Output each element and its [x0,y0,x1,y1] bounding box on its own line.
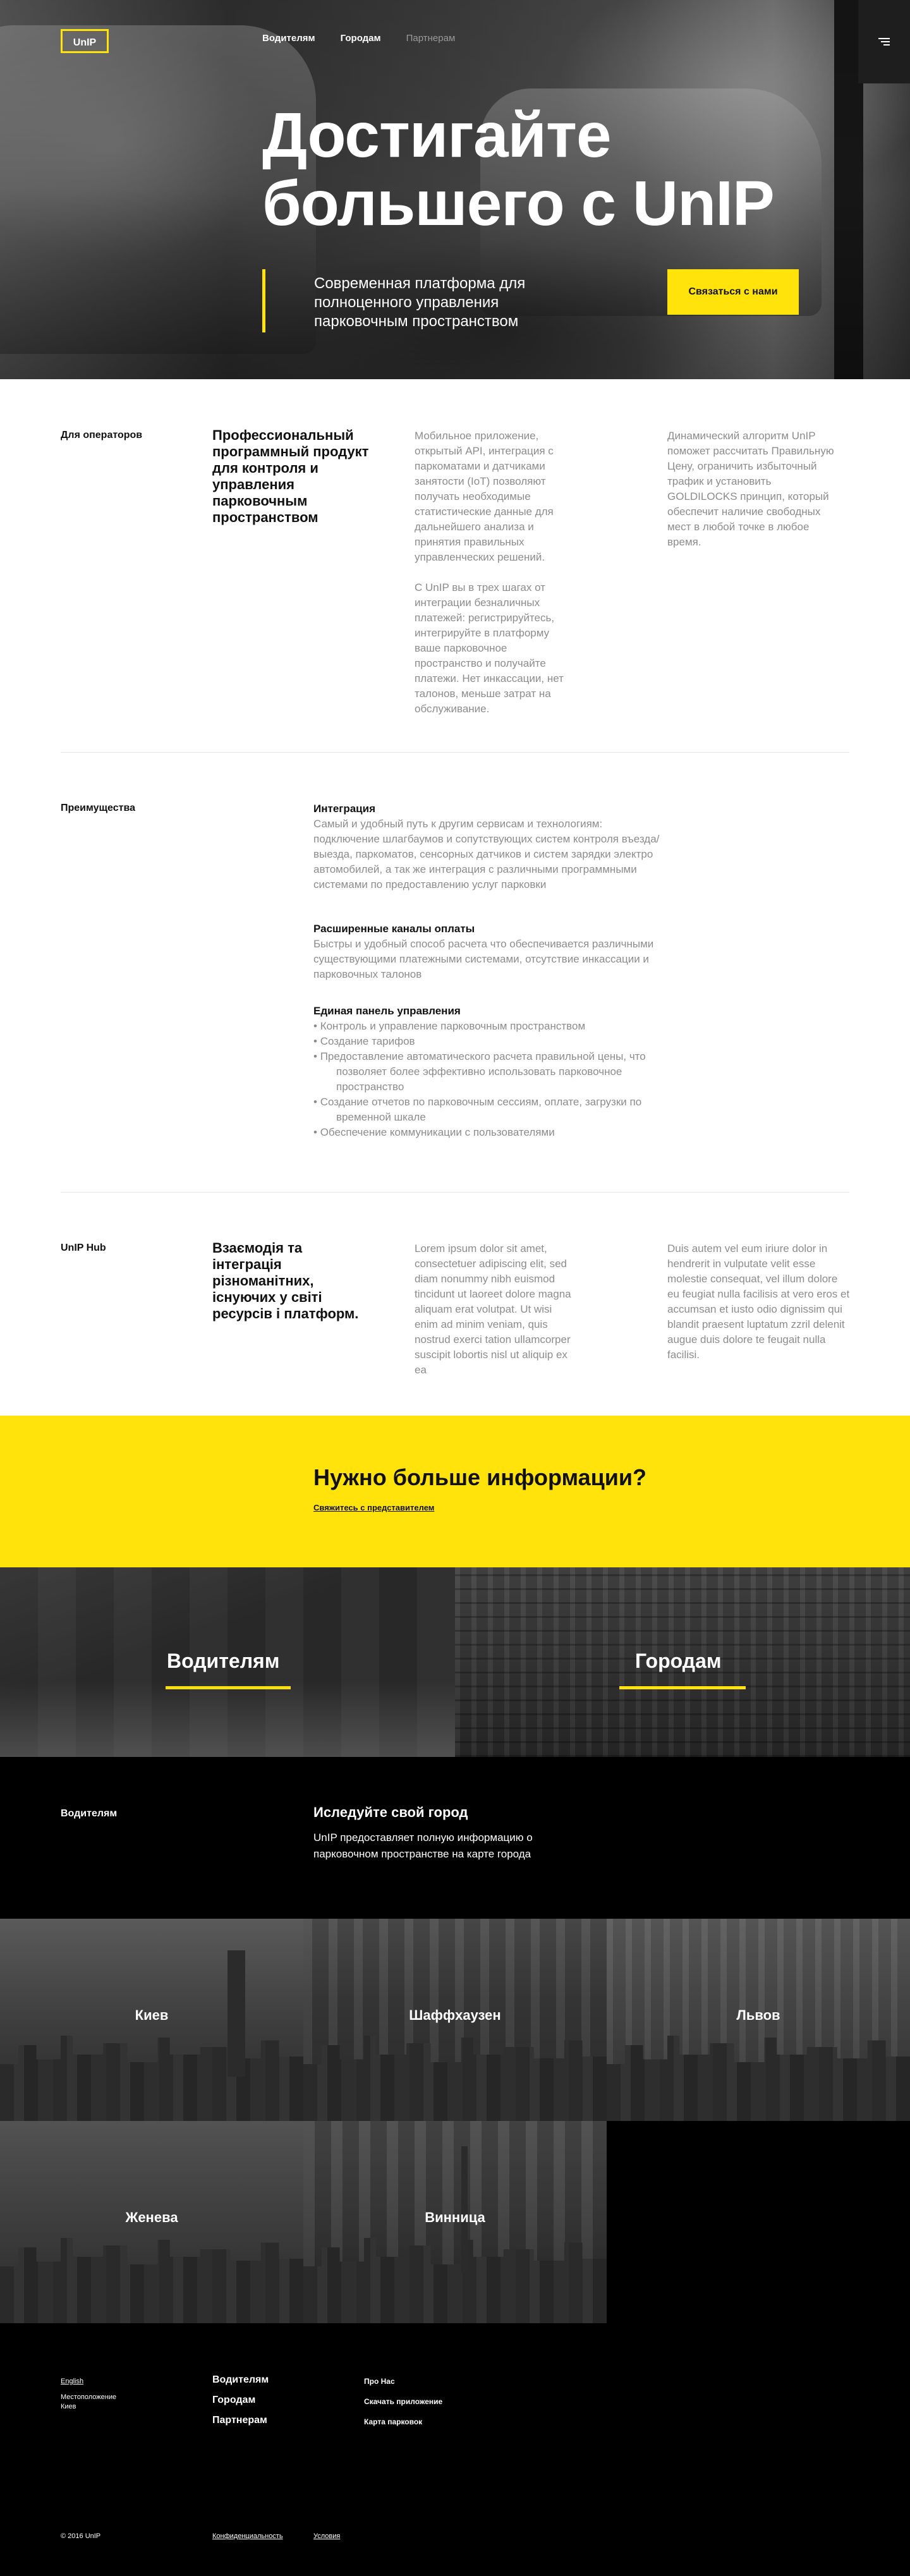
drivers-underline [166,1686,291,1689]
city-name: Киев [135,2007,169,2023]
hamburger-icon [878,36,890,47]
contact-us-button[interactable]: Связаться с нами [667,269,799,315]
section-label: Для операторов [61,430,143,440]
cities-tile-title: Городам [635,1649,722,1672]
nav-partners[interactable]: Партнерам [406,33,456,44]
list-item: Предоставление автоматического расчета п… [313,1049,667,1095]
hero-section: UnIP Водителям Городам Партнерам Достига… [0,0,910,379]
cities-tile[interactable]: Городам [455,1567,910,1757]
hub-text-2: Duis autem vel eum iriure dolor in hendr… [667,1242,850,1361]
city-tile-geneva[interactable]: Женева [0,2121,303,2323]
language-switch[interactable]: English [61,2377,83,2386]
control-panel-list: Контроль и управление парковочным простр… [313,1019,667,1140]
payments-text: Быстры и удобный способ расчета что обес… [313,938,654,980]
city-name: Женева [125,2209,178,2225]
explore-section: Водителям Иследуйте свой город UnIP пред… [0,1757,910,1919]
city-grid: Киев Шаффхаузен Львов Женева Винница [0,1919,910,2323]
section-heading: Профессиональный программный продукт для… [212,427,369,525]
hero-subtitle: Современная платформа для полноценного у… [314,275,526,330]
list-item: Создание тарифов [313,1034,667,1049]
city-name: Львов [736,2007,780,2023]
more-info-title: Нужно больше информации? [313,1464,647,1490]
logo[interactable]: UnIP [61,29,109,53]
section-label: UnIP Hub [61,1242,106,1253]
operators-text-2: С UnIP вы в трех шагах от интеграции без… [415,581,564,715]
payments-title: Расширенные каналы оплаты [313,923,475,935]
more-info-section: Нужно больше информации? Свяжитесь с пре… [0,1416,910,1567]
footer-link-download-app[interactable]: Скачать приложение [364,2391,442,2412]
section-label: Водителям [61,1808,118,1819]
city-tile-lviv[interactable]: Львов [607,1919,910,2121]
nav-cities[interactable]: Городам [341,33,381,44]
drivers-tile-title: Водителям [167,1649,280,1672]
list-item: Обеспечение коммуникации с пользователям… [313,1125,667,1140]
list-item: Контроль и управление парковочным простр… [313,1019,667,1034]
contact-representative-link[interactable]: Свяжитесь с представителем [313,1503,434,1512]
footer-link-partners[interactable]: Партнерам [212,2410,269,2431]
divider [61,752,849,753]
footer-link-cities[interactable]: Городам [212,2390,269,2410]
city-tile-kiev[interactable]: Киев [0,1919,303,2121]
hub-text-1: Lorem ipsum dolor sit amet, consectetuer… [415,1242,571,1376]
cities-underline [619,1686,746,1689]
operators-text-1: Мобильное приложение, открытый API, инте… [415,430,554,563]
copyright: © 2016 UnIP [61,2532,101,2540]
city-name: Винница [425,2209,485,2225]
audience-split: Водителям Городам [0,1567,910,1757]
footer: English Местоположение Киев Водителям Го… [0,2323,910,2576]
hero-title: Достигайте большего с UnIP [262,100,775,239]
operators-text-3: Динамический алгоритм UnIP поможет рассч… [667,430,834,548]
explore-text: UnIP предоставляет полную информацию о п… [313,1832,533,1860]
terms-link[interactable]: Условия [313,2532,340,2541]
city-tile-schaffhausen[interactable]: Шаффхаузен [303,1919,607,2121]
privacy-link[interactable]: Конфиденциальность [212,2532,283,2541]
integration-block: Интеграция Самый и удобный путь к другим… [313,801,667,892]
city-tile-vinnytsia[interactable]: Винница [303,2121,607,2323]
integration-title: Интеграция [313,803,376,815]
payments-block: Расширенные каналы оплаты Быстры и удобн… [313,921,667,982]
explore-title: Иследуйте свой город [313,1804,468,1820]
control-panel-block: Единая панель управления Контроль и упра… [313,1004,667,1140]
hero-accent-bar [262,269,265,332]
divider [61,1192,849,1193]
location-value: Киев [61,2403,76,2410]
drivers-tile[interactable]: Водителям [0,1567,455,1757]
footer-secondary-links: Про Нас Скачать приложение Карта парково… [364,2371,442,2432]
main-nav: Водителям Городам Партнерам [262,33,455,44]
list-item: Создание отчетов по парковочным сессиям,… [313,1095,667,1125]
menu-button[interactable] [858,0,910,83]
control-panel-title: Единая панель управления [313,1005,461,1017]
nav-drivers[interactable]: Водителям [262,33,315,44]
integration-text: Самый и удобный путь к другим сервисам и… [313,818,660,890]
section-label: Преимущества [61,803,135,813]
city-name: Шаффхаузен [409,2007,501,2023]
footer-main-links: Водителям Городам Партнерам [212,2370,269,2431]
section-heading: Взаємодія та інтеграція різноманітних, і… [212,1240,359,1321]
footer-link-drivers[interactable]: Водителям [212,2370,269,2390]
footer-link-parking-map[interactable]: Карта парковок [364,2412,442,2432]
location-label: Местоположение [61,2393,117,2401]
footer-link-about[interactable]: Про Нас [364,2371,442,2391]
